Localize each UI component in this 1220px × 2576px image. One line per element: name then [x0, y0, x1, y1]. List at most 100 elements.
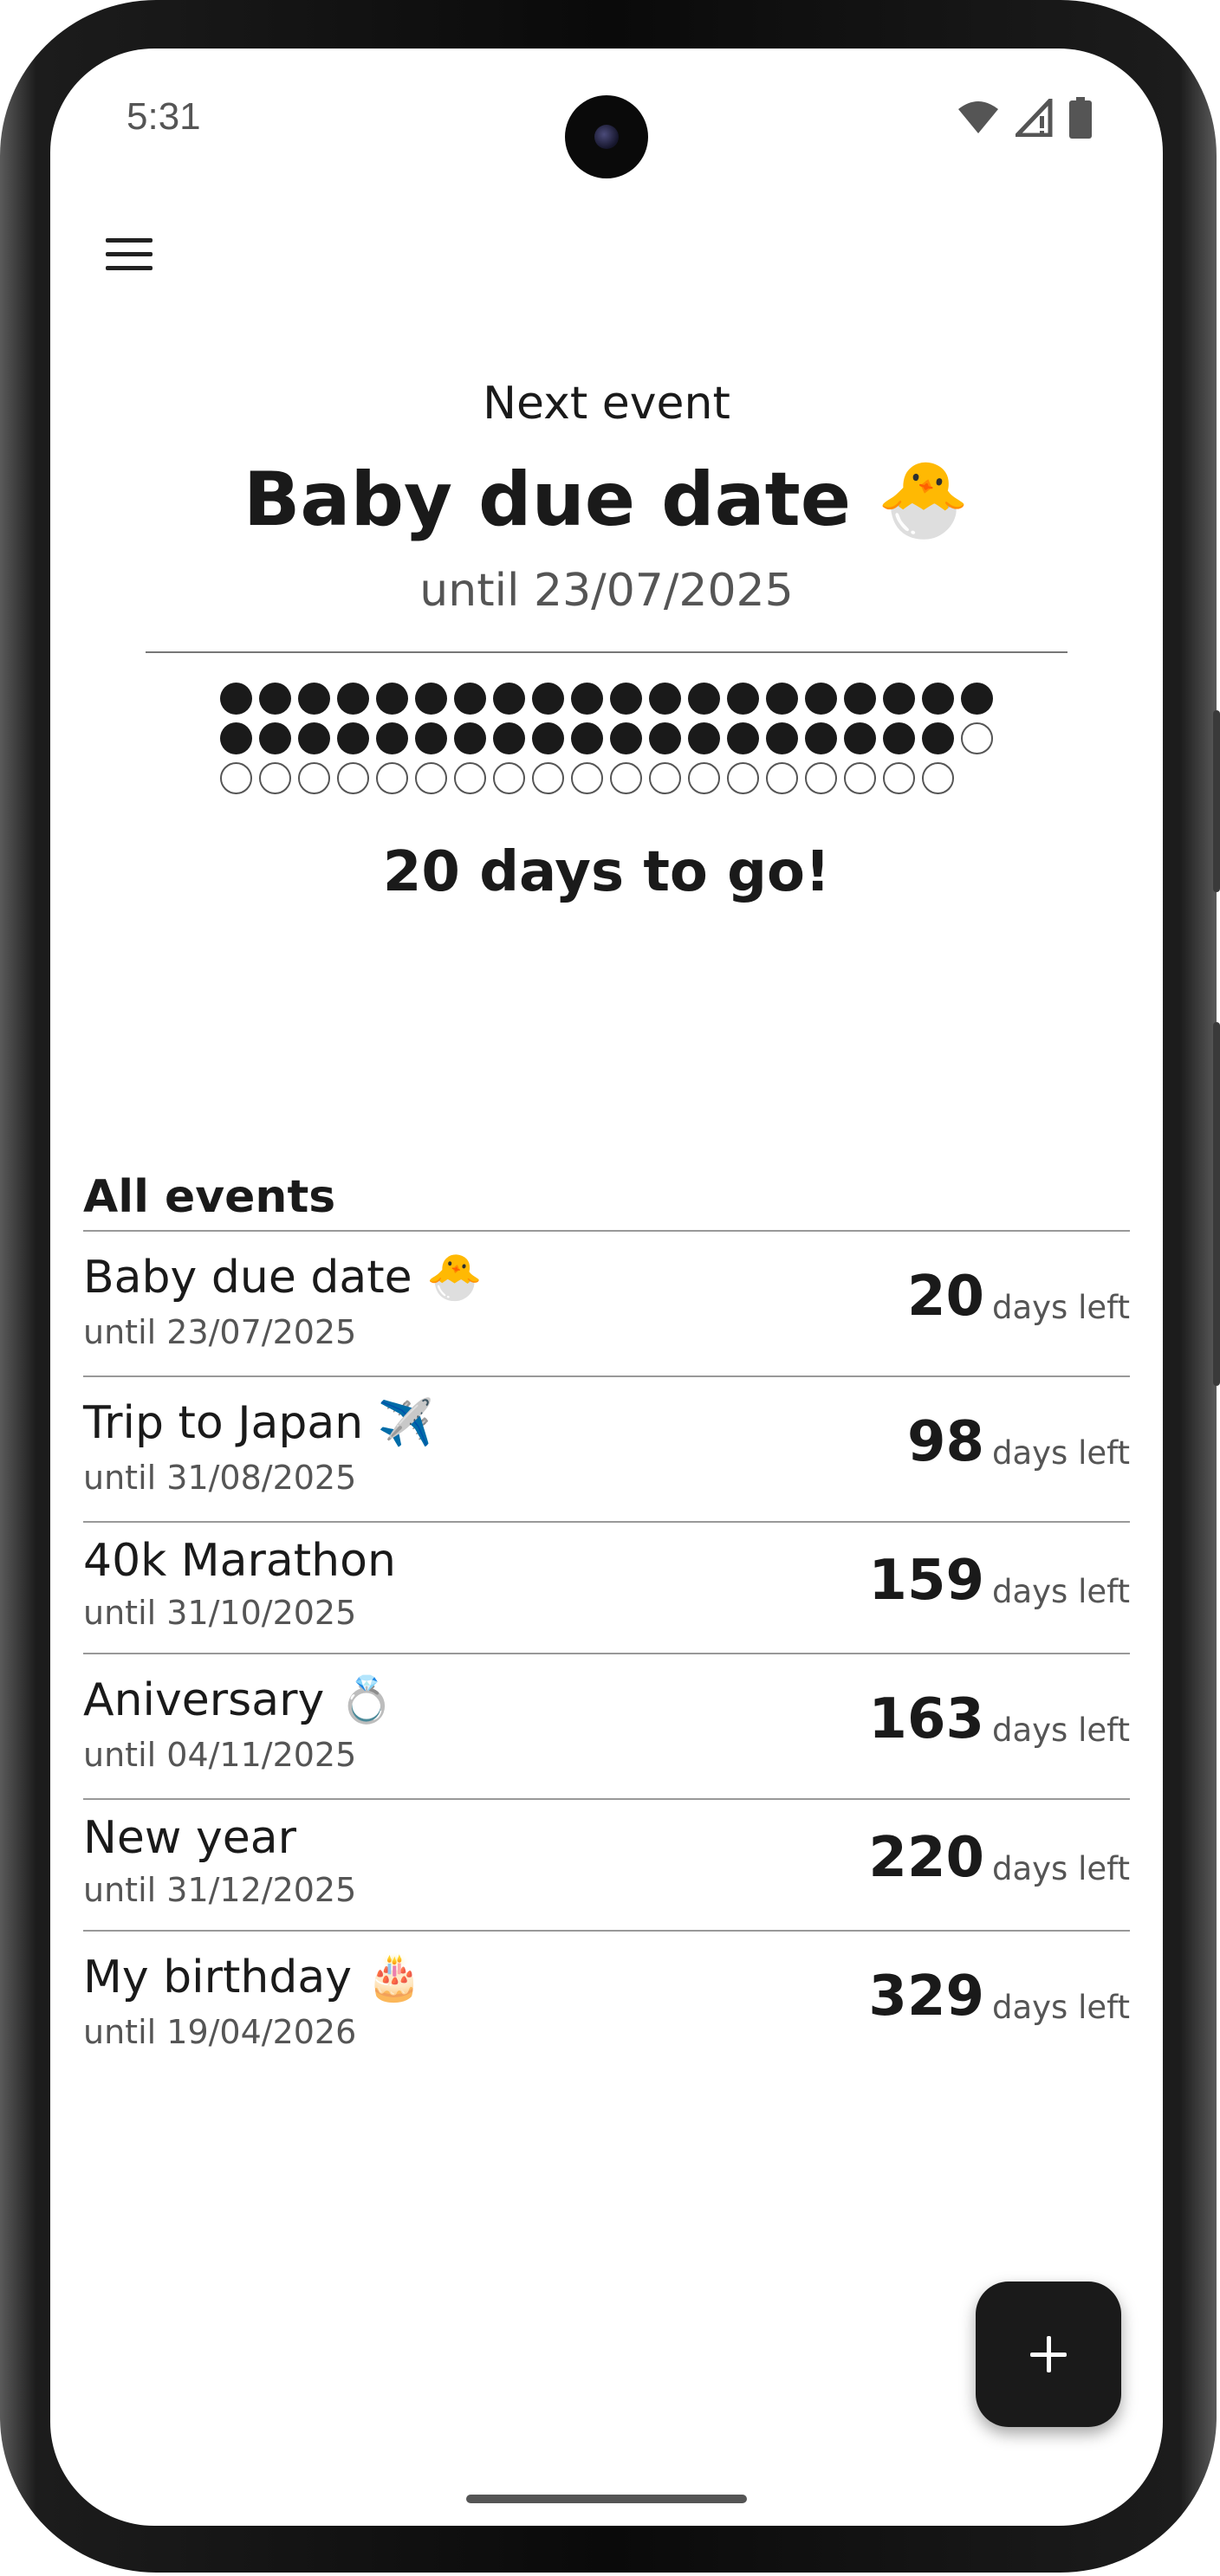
event-name: Aniversary 💍 — [83, 1674, 395, 1726]
power-button — [1213, 1022, 1220, 1386]
event-name: 40k Marathon — [83, 1535, 396, 1587]
status-time: 5:31 — [127, 95, 201, 138]
days-progress-dots — [220, 683, 1017, 802]
signal-icon — [1016, 99, 1053, 137]
elapsed-day-dot — [610, 722, 642, 754]
elapsed-day-dot — [532, 683, 564, 715]
event-list: Baby due date 🐣 until 23/07/2025 20 days… — [83, 1230, 1130, 2075]
wifi-icon — [958, 101, 998, 133]
elapsed-day-dot — [298, 683, 330, 715]
dot-row — [220, 683, 1017, 715]
event-days-count: 163 — [868, 1687, 984, 1751]
elapsed-day-dot — [298, 722, 330, 754]
remaining-day-dot — [337, 762, 369, 794]
elapsed-day-dot — [220, 683, 252, 715]
elapsed-day-dot — [766, 683, 798, 715]
elapsed-day-dot — [844, 683, 876, 715]
elapsed-day-dot — [415, 683, 447, 715]
event-date: until 31/10/2025 — [83, 1594, 357, 1632]
divider — [146, 651, 1068, 653]
elapsed-day-dot — [688, 683, 720, 715]
elapsed-day-dot — [337, 722, 369, 754]
elapsed-day-dot — [844, 722, 876, 754]
event-days-count: 159 — [868, 1549, 984, 1613]
add-event-button[interactable] — [976, 2282, 1121, 2427]
remaining-day-dot — [649, 762, 681, 794]
event-date: until 19/04/2026 — [83, 2013, 357, 2051]
event-name: My birthday 🎂 — [83, 1951, 423, 2003]
home-indicator[interactable] — [466, 2495, 747, 2503]
event-days-unit: days left — [991, 1434, 1130, 1472]
event-days-count: 98 — [906, 1410, 984, 1474]
front-camera — [565, 95, 648, 178]
remaining-day-dot — [571, 762, 603, 794]
elapsed-day-dot — [727, 722, 759, 754]
next-event-date: until 23/07/2025 — [419, 565, 794, 617]
event-days-unit: days left — [991, 1989, 1130, 2026]
battery-icon — [1069, 97, 1092, 139]
remaining-day-dot — [844, 762, 876, 794]
event-days-count: 20 — [906, 1265, 984, 1329]
event-row[interactable]: 40k Marathon until 31/10/2025 159 days l… — [83, 1521, 1130, 1653]
remaining-day-dot — [532, 762, 564, 794]
elapsed-day-dot — [922, 683, 954, 715]
elapsed-day-dot — [883, 722, 915, 754]
remaining-day-dot — [610, 762, 642, 794]
remaining-day-dot — [883, 762, 915, 794]
event-row[interactable]: Aniversary 💍 until 04/11/2025 163 days l… — [83, 1653, 1130, 1798]
elapsed-day-dot — [922, 722, 954, 754]
menu-button[interactable] — [97, 222, 161, 286]
countdown-text: 20 days to go! — [382, 840, 831, 904]
event-name: Trip to Japan ✈️ — [83, 1397, 434, 1449]
remaining-day-dot — [727, 762, 759, 794]
remaining-day-dot — [259, 762, 291, 794]
app-screen: 5:31 Next event Baby due date 🐣 until 23… — [50, 49, 1163, 2526]
all-events-heading: All events — [83, 1171, 336, 1223]
elapsed-day-dot — [883, 683, 915, 715]
event-name: Baby due date 🐣 — [83, 1252, 483, 1304]
hamburger-menu-icon — [106, 237, 152, 243]
event-date: until 04/11/2025 — [83, 1736, 357, 1774]
next-event-label: Next event — [483, 378, 730, 430]
event-days-count: 329 — [868, 1964, 984, 2029]
elapsed-day-dot — [688, 722, 720, 754]
elapsed-day-dot — [493, 722, 525, 754]
elapsed-day-dot — [493, 683, 525, 715]
elapsed-day-dot — [805, 722, 837, 754]
remaining-day-dot — [766, 762, 798, 794]
elapsed-day-dot — [727, 683, 759, 715]
event-days-unit: days left — [991, 1850, 1130, 1887]
status-icons — [957, 97, 1092, 139]
elapsed-day-dot — [649, 722, 681, 754]
remaining-day-dot — [805, 762, 837, 794]
elapsed-day-dot — [415, 722, 447, 754]
remaining-day-dot — [922, 762, 954, 794]
event-row[interactable]: New year until 31/12/2025 220 days left — [83, 1798, 1130, 1930]
event-days-count: 220 — [868, 1826, 984, 1890]
elapsed-day-dot — [376, 722, 408, 754]
remaining-day-dot — [376, 762, 408, 794]
event-name: New year — [83, 1812, 296, 1864]
remaining-day-dot — [415, 762, 447, 794]
elapsed-day-dot — [610, 683, 642, 715]
remaining-day-dot — [688, 762, 720, 794]
elapsed-day-dot — [532, 722, 564, 754]
dot-row — [220, 722, 1017, 754]
elapsed-day-dot — [649, 683, 681, 715]
event-days-unit: days left — [991, 1573, 1130, 1610]
event-days-unit: days left — [991, 1712, 1130, 1749]
event-row[interactable]: Trip to Japan ✈️ until 31/08/2025 98 day… — [83, 1375, 1130, 1521]
event-days-unit: days left — [991, 1289, 1130, 1326]
elapsed-day-dot — [766, 722, 798, 754]
elapsed-day-dot — [337, 683, 369, 715]
camera-lens — [594, 125, 619, 149]
elapsed-day-dot — [454, 722, 486, 754]
event-row[interactable]: My birthday 🎂 until 19/04/2026 329 days … — [83, 1930, 1130, 2075]
elapsed-day-dot — [571, 722, 603, 754]
elapsed-day-dot — [220, 722, 252, 754]
volume-button — [1213, 710, 1220, 892]
elapsed-day-dot — [376, 683, 408, 715]
elapsed-day-dot — [259, 722, 291, 754]
event-row[interactable]: Baby due date 🐣 until 23/07/2025 20 days… — [83, 1230, 1130, 1375]
remaining-day-dot — [220, 762, 252, 794]
